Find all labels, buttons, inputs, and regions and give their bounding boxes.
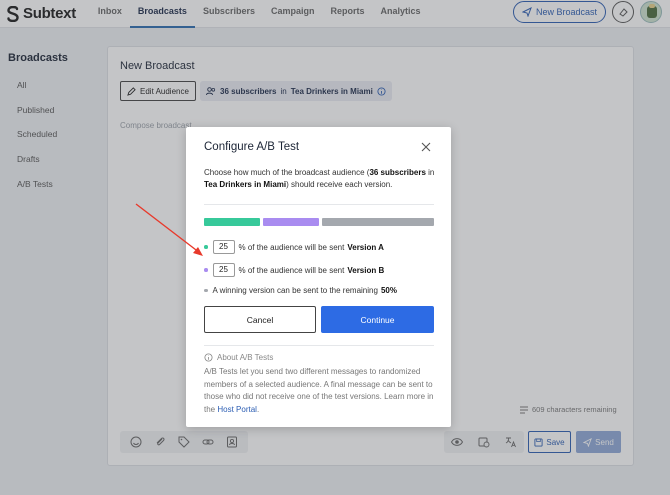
desc-audience: Tea Drinkers in Miami [204, 180, 287, 189]
desc-count: 36 subscribers [369, 168, 426, 177]
version-b-percent-input[interactable]: 25 [212, 263, 235, 277]
divider [204, 204, 434, 205]
close-icon[interactable] [420, 141, 432, 153]
remaining-row: A winning version can be sent to the rem… [204, 286, 397, 295]
version-a-dot [204, 245, 208, 249]
continue-button[interactable]: Continue [321, 306, 434, 333]
version-b-label: Version B [347, 265, 385, 275]
version-b-dot [204, 268, 208, 272]
ab-test-dialog: Configure A/B Test Choose how much of th… [186, 127, 451, 427]
info-icon [204, 353, 213, 362]
version-b-row: 25 % of the audience will be sent Versio… [204, 263, 384, 277]
about-ab-tests-body: A/B Tests let you send two different mes… [204, 367, 434, 414]
host-portal-link[interactable]: Host Portal [217, 405, 257, 414]
split-bar-remaining [322, 218, 434, 226]
dialog-title: Configure A/B Test [204, 141, 300, 153]
remaining-value: 50% [380, 286, 397, 295]
version-a-text: % of the audience will be sent [238, 242, 345, 252]
divider [204, 345, 434, 346]
version-a-row: 25 % of the audience will be sent Versio… [204, 240, 384, 254]
split-bar-version-a [204, 218, 260, 226]
remaining-dot [204, 288, 208, 293]
cancel-button[interactable]: Cancel [204, 306, 316, 333]
version-a-percent-input[interactable]: 25 [212, 240, 235, 254]
version-b-text: % of the audience will be sent [238, 265, 345, 275]
dialog-description: Choose how much of the broadcast audienc… [204, 168, 435, 189]
about-ab-tests-heading: About A/B Tests [204, 353, 273, 362]
split-bar-version-b [263, 218, 319, 226]
version-a-label: Version A [347, 242, 384, 252]
remaining-text: A winning version can be sent to the rem… [212, 286, 378, 295]
